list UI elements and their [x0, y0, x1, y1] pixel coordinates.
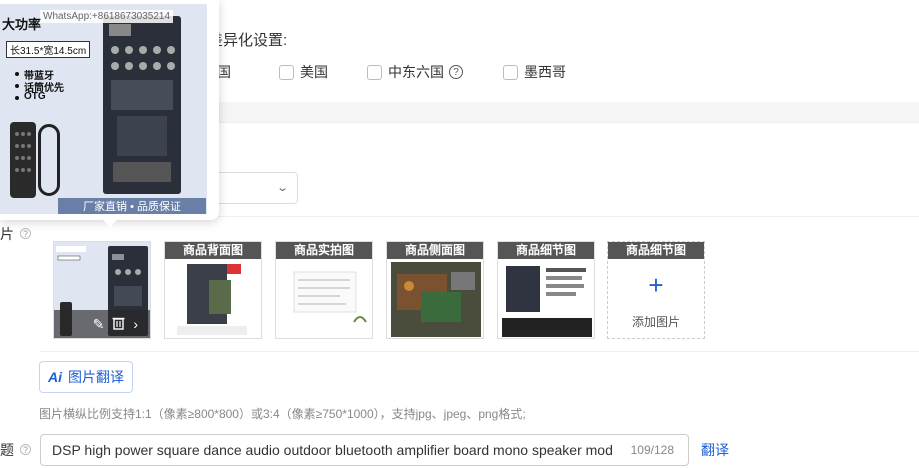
image-translate-label: 图片翻译 — [68, 369, 124, 385]
help-icon[interactable]: ? — [20, 444, 31, 455]
thumb-label: 商品细节图 — [608, 242, 704, 259]
image-translate-button[interactable]: Ai 图片翻译 — [39, 361, 133, 393]
image-thumb-side[interactable]: 商品侧面图 — [386, 241, 484, 339]
product-detail-picture — [502, 262, 592, 337]
image-gallery: ✎ › 商品背面图 商品实拍图 商品侧面图 商品细节图 商品细节图 + 添加图片 — [40, 230, 919, 352]
character-counter: 109/128 — [630, 443, 674, 457]
region-option-label: 美国 — [300, 64, 328, 80]
divider — [210, 122, 919, 123]
translate-link[interactable]: 翻译 — [701, 440, 729, 460]
product-back-picture — [169, 262, 259, 337]
image-thumb-back[interactable]: 商品背面图 — [164, 241, 262, 339]
popover-arrow — [103, 220, 117, 227]
product-real-picture — [280, 262, 370, 337]
chevron-right-icon[interactable]: › — [133, 316, 138, 332]
cable-picture — [38, 124, 60, 196]
bullet — [15, 84, 19, 88]
chevron-down-icon: ⌄ — [275, 182, 289, 194]
thumb-label: 商品背面图 — [165, 242, 261, 259]
preview-image: WhatsApp:+8618673035214 大功率 长31.5*宽14.5c… — [0, 4, 207, 214]
preview-feature: OTG — [24, 91, 46, 102]
thumb-label: 商品侧面图 — [387, 242, 483, 259]
divider — [200, 216, 919, 217]
checkbox[interactable] — [503, 64, 518, 80]
thumb-label: 商品细节图 — [498, 242, 594, 259]
bullet — [15, 72, 19, 76]
add-image-button[interactable]: 商品细节图 + 添加图片 — [607, 241, 705, 339]
region-option-label: 中东六国 — [388, 64, 444, 80]
image-thumb-real[interactable]: 商品实拍图 — [275, 241, 373, 339]
image-format-hint: 图片横纵比例支持1:1（像素≥800*800）或3:4（像素≥750*1000）… — [39, 407, 526, 421]
region-option-middle-east[interactable]: 中东六国 ? — [367, 62, 463, 82]
checkbox[interactable] — [279, 64, 294, 80]
ai-icon: Ai — [48, 369, 62, 385]
delete-icon[interactable] — [112, 316, 125, 333]
checkbox[interactable] — [367, 64, 382, 80]
product-title-value: DSP high power square dance audio outdoo… — [52, 442, 613, 458]
edit-icon[interactable]: ✎ — [93, 316, 105, 333]
preview-footer: 厂家直销 • 品质保证 — [58, 198, 206, 214]
region-option-usa[interactable]: 美国 — [279, 62, 328, 82]
help-icon[interactable]: ? — [20, 228, 31, 239]
product-title-input[interactable]: DSP high power square dance audio outdoo… — [40, 434, 689, 466]
region-settings-title: 差异化设置: — [208, 32, 288, 49]
help-icon[interactable]: ? — [449, 65, 463, 79]
plus-icon: + — [648, 270, 664, 300]
remote-control-picture — [10, 122, 36, 198]
region-option-mexico[interactable]: 墨西哥 — [503, 62, 566, 82]
preview-headline: 大功率 — [2, 17, 42, 32]
product-side-picture — [391, 262, 481, 337]
image-thumb-detail[interactable]: 商品细节图 — [497, 241, 595, 339]
image-preview-popover: WhatsApp:+8618673035214 大功率 长31.5*宽14.5c… — [0, 0, 219, 227]
amplifier-board-picture — [103, 16, 181, 194]
region-option-label: 墨西哥 — [524, 64, 566, 80]
title-field-label: 题 — [0, 442, 14, 458]
preview-dimensions: 长31.5*宽14.5cm — [6, 41, 91, 58]
images-field-label: 片 — [0, 226, 14, 242]
product-edit-page: 差异化设置: 韩国 美国 中东六国 ? 墨西哥 ⌄ 片 ? — [0, 0, 919, 468]
main-image-thumb[interactable]: ✎ › — [53, 241, 151, 339]
thumb-label: 商品实拍图 — [276, 242, 372, 259]
add-image-text: 添加图片 — [631, 315, 680, 329]
thumb-actions: ✎ › — [54, 310, 150, 338]
bullet — [15, 96, 19, 100]
preview-watermark: WhatsApp:+8618673035214 — [40, 10, 174, 23]
